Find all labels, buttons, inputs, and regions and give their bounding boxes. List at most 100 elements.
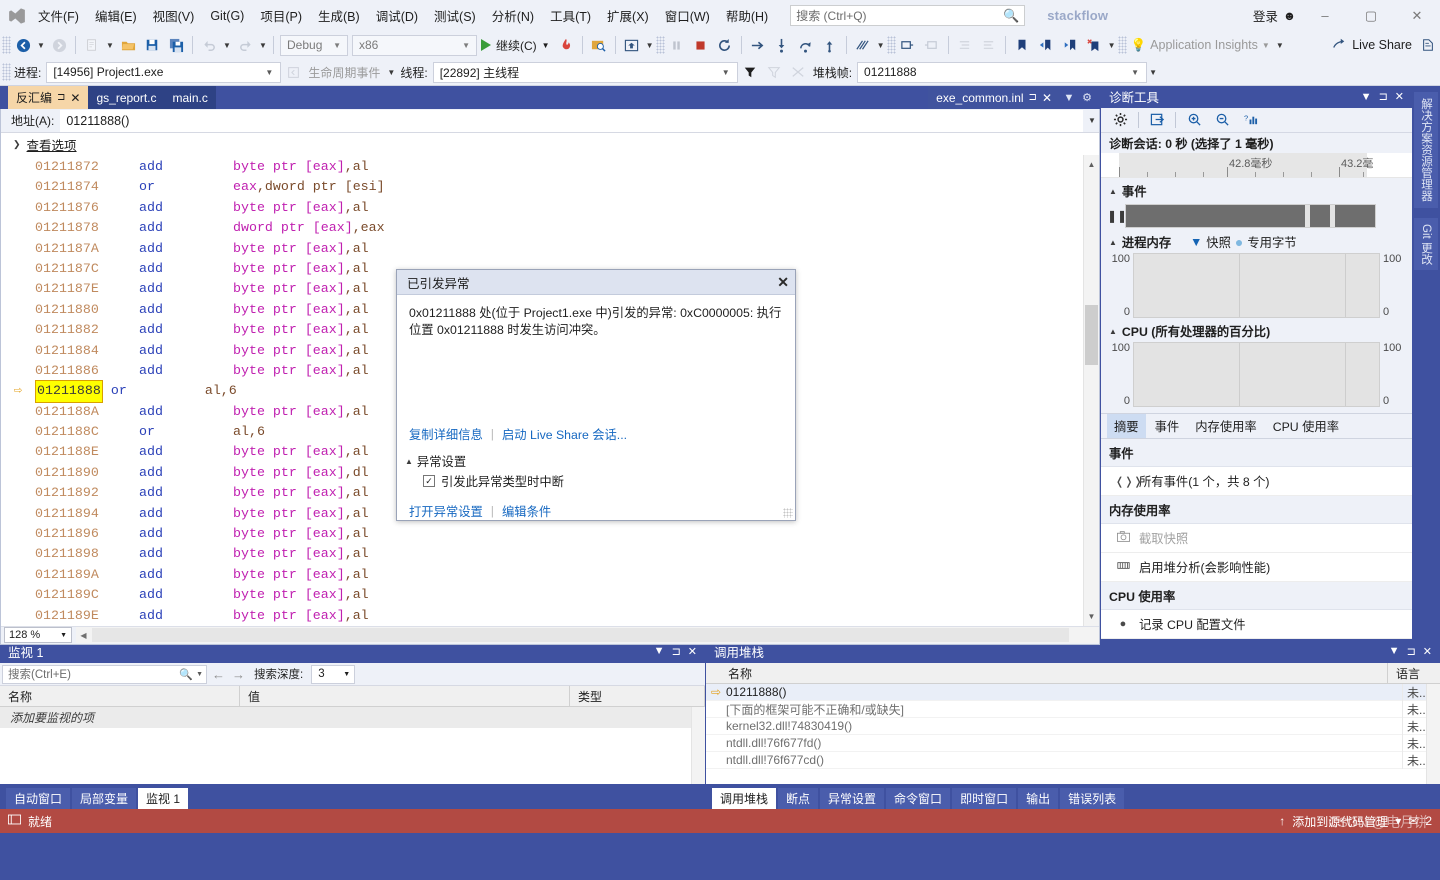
snapshot-dropdown[interactable]: ▼ bbox=[644, 33, 656, 57]
close-icon[interactable]: ✕ bbox=[1395, 90, 1404, 103]
previous-bookmark-icon[interactable] bbox=[1034, 33, 1058, 57]
thread-combo[interactable]: [22892] 主线程 ▼ bbox=[432, 61, 738, 83]
callstack-column-name[interactable]: 名称 bbox=[706, 662, 1388, 684]
call-stack-row[interactable]: ntdll.dll!76f677cd() 未... bbox=[706, 751, 1440, 769]
watch-column-type[interactable]: 类型 bbox=[570, 685, 705, 707]
gear-icon[interactable] bbox=[1107, 109, 1133, 131]
compare-dropdown[interactable]: ▼ bbox=[875, 33, 887, 57]
call-stack-row[interactable]: ntdll.dll!76f677fd() 未... bbox=[706, 734, 1440, 752]
toolbar-grip-4[interactable] bbox=[1117, 36, 1127, 54]
close-icon[interactable]: ✕ bbox=[688, 645, 697, 658]
hot-reload-icon[interactable] bbox=[554, 33, 578, 57]
break-on-exception-checkbox-row[interactable]: ✓ 引发此异常类型时中断 bbox=[423, 472, 564, 490]
chevron-down-icon[interactable]: ▼ bbox=[1361, 91, 1372, 103]
search-depth-select[interactable]: 3 ▼ bbox=[311, 664, 356, 684]
scroll-down-arrow[interactable]: ▼ bbox=[1085, 609, 1098, 625]
select-repo-icon[interactable]: ▾ bbox=[1395, 814, 1401, 828]
redo-dropdown[interactable]: ▼ bbox=[257, 33, 269, 57]
menu-project[interactable]: 项目(P) bbox=[252, 2, 310, 29]
summary-all-events-item[interactable]: ❬❭❭ 所有事件(1 个，共 8 个) bbox=[1101, 467, 1412, 496]
process-memory-section-header[interactable]: ▲ 进程内存 ▼ 快照 ● 专用字节 bbox=[1101, 229, 1412, 253]
pin-icon[interactable]: ⊐ bbox=[1029, 92, 1037, 103]
navigate-back-icon[interactable] bbox=[11, 33, 35, 57]
pin-icon[interactable]: ⊐ bbox=[1407, 645, 1416, 658]
watch-column-name[interactable]: 名称 bbox=[0, 685, 240, 707]
lifecycle-icon[interactable] bbox=[281, 60, 305, 84]
menu-git[interactable]: Git(G) bbox=[202, 5, 252, 27]
menu-debug[interactable]: 调试(D) bbox=[368, 2, 426, 29]
chevron-down-icon[interactable]: ▼ bbox=[542, 41, 550, 50]
filter-clear-icon[interactable] bbox=[762, 60, 786, 84]
flag-icon[interactable] bbox=[786, 60, 810, 84]
tab-events[interactable]: 事件 bbox=[1148, 414, 1187, 438]
disassembly-line[interactable]: 0121187A add byte ptr [eax],al bbox=[35, 239, 1099, 259]
menu-test[interactable]: 测试(S) bbox=[426, 2, 484, 29]
chevron-down-icon[interactable]: ▼ bbox=[193, 671, 203, 678]
navigate-back-dropdown[interactable]: ▼ bbox=[35, 33, 47, 57]
close-icon[interactable]: ✕ bbox=[70, 91, 80, 105]
events-track[interactable] bbox=[1125, 203, 1376, 228]
disassembly-line[interactable]: 0121189E add byte ptr [eax],al bbox=[35, 606, 1099, 626]
bottom-tab-exception-settings[interactable]: 异常设置 bbox=[820, 788, 885, 809]
call-stack-row[interactable]: [下面的框架可能不正确和/或缺失] 未... bbox=[706, 700, 1440, 718]
copy-details-link[interactable]: 复制详细信息 bbox=[409, 425, 483, 443]
scroll-thumb[interactable] bbox=[1085, 305, 1098, 365]
attach-to-process-icon[interactable] bbox=[587, 33, 611, 57]
chevron-down-icon[interactable]: ▼ bbox=[1389, 645, 1400, 657]
call-stack-row[interactable]: kernel32.dll!74830419() 未... bbox=[706, 717, 1440, 735]
arrow-right-icon[interactable]: → bbox=[230, 667, 247, 682]
debug-toolbar-grip[interactable] bbox=[2, 63, 11, 81]
bookmark-dropdown[interactable]: ▼ bbox=[1106, 33, 1118, 57]
notification-icon[interactable]: ✉ bbox=[1408, 814, 1418, 828]
scroll-left-arrow[interactable]: ◀ bbox=[76, 627, 91, 643]
comment-icon[interactable] bbox=[896, 33, 920, 57]
disassembly-line[interactable]: 01211878 add dword ptr [eax],eax bbox=[35, 218, 1099, 238]
pause-icon[interactable] bbox=[665, 33, 689, 57]
watch-column-value[interactable]: 值 bbox=[240, 685, 570, 707]
bottom-tab-output[interactable]: 输出 bbox=[1018, 788, 1059, 809]
resize-grip[interactable] bbox=[783, 508, 793, 518]
vertical-scrollbar[interactable]: ▲ ▼ bbox=[1083, 155, 1099, 626]
menu-help[interactable]: 帮助(H) bbox=[718, 2, 776, 29]
next-bookmark-icon[interactable] bbox=[1058, 33, 1082, 57]
edit-conditions-link[interactable]: 编辑条件 bbox=[502, 502, 551, 520]
watch-empty-row[interactable]: 添加要监视的项 bbox=[0, 707, 705, 728]
clear-bookmark-icon[interactable] bbox=[1082, 33, 1106, 57]
bottom-tab-watch1[interactable]: 监视 1 bbox=[138, 788, 189, 809]
lifecycle-dropdown[interactable]: ▼ bbox=[385, 60, 397, 84]
step-over-icon[interactable] bbox=[794, 33, 818, 57]
source-control-label[interactable]: 添加到源代码管理 bbox=[1292, 813, 1388, 830]
watch-scrollbar[interactable] bbox=[691, 707, 705, 784]
call-stack-scrollbar[interactable] bbox=[1426, 684, 1440, 784]
menu-view[interactable]: 视图(V) bbox=[145, 2, 203, 29]
outdent-icon[interactable] bbox=[977, 33, 1001, 57]
disassembly-line[interactable]: 01211876 add byte ptr [eax],al bbox=[35, 198, 1099, 218]
tab-cpu-usage[interactable]: CPU 使用率 bbox=[1266, 414, 1346, 438]
stackframe-combo[interactable]: 01211888 ▼ bbox=[857, 61, 1148, 83]
step-into-icon[interactable] bbox=[770, 33, 794, 57]
rail-tab-git-changes[interactable]: Git 更改 bbox=[1414, 217, 1438, 271]
live-share-button[interactable]: Live Share bbox=[1332, 37, 1416, 54]
cpu-section-header[interactable]: ▲ CPU (所有处理器的百分比) bbox=[1101, 318, 1412, 342]
bottom-tab-immediate-window[interactable]: 即时窗口 bbox=[952, 788, 1017, 809]
diagnostic-timeline-ruler[interactable]: 42.8毫秒 43.2毫 bbox=[1101, 152, 1412, 179]
rail-tab-solution-explorer[interactable]: 解决方案资源管理器 bbox=[1414, 92, 1438, 208]
undo-icon[interactable] bbox=[197, 33, 221, 57]
menu-analyze[interactable]: 分析(N) bbox=[484, 2, 542, 29]
menu-edit[interactable]: 编辑(E) bbox=[87, 2, 145, 29]
disassembly-line[interactable]: 01211896 add byte ptr [eax],al bbox=[35, 524, 1099, 544]
disassembly-line[interactable]: 0121189C add byte ptr [eax],al bbox=[35, 585, 1099, 605]
call-stack-body[interactable]: ⇨ 01211888() 未... [下面的框架可能不正确和/或缺失] 未... kern… bbox=[706, 684, 1440, 784]
close-icon[interactable]: ✕ bbox=[777, 274, 789, 291]
application-insights-button[interactable]: 💡 Application Insights ▼ bbox=[1127, 38, 1274, 53]
bookmark-icon[interactable] bbox=[1010, 33, 1034, 57]
disassembly-line[interactable]: 01211874 or eax,dword ptr [esi] bbox=[35, 177, 1099, 197]
search-input[interactable]: 搜索 (Ctrl+Q) 🔍 bbox=[790, 5, 1026, 26]
close-icon[interactable]: ✕ bbox=[1423, 645, 1432, 658]
reset-zoom-icon[interactable]: ? bbox=[1237, 109, 1263, 131]
summary-record-cpu-item[interactable]: ● 记录 CPU 配置文件 bbox=[1101, 610, 1412, 639]
close-button[interactable]: ✕ bbox=[1394, 0, 1440, 31]
new-item-icon[interactable] bbox=[80, 33, 104, 57]
events-section-header[interactable]: ▲ 事件 bbox=[1101, 178, 1412, 202]
solution-platform-combo[interactable]: x86 ▼ bbox=[352, 34, 477, 56]
